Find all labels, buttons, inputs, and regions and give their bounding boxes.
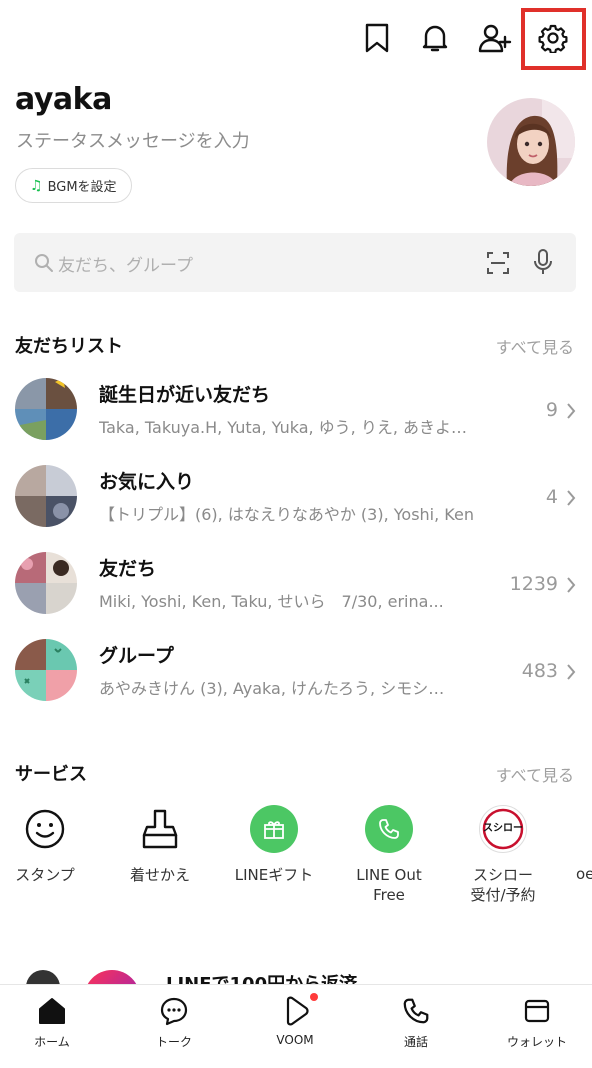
friends-see-all-link[interactable]: すべて見る [496,334,574,358]
search-bar[interactable]: 友だち、グループ [14,233,576,292]
phone-icon [365,805,413,853]
voom-icon [240,993,350,1027]
brush-icon [136,805,184,853]
service-label-line: Free [373,886,405,904]
service-sushiro[interactable]: スシロー スシロー受付/予約 [458,805,548,905]
home-icon [0,995,107,1027]
service-label: スシロー受付/予約 [458,865,548,905]
group-avatar [15,639,77,701]
row-count: 4 [545,486,558,508]
row-count: 483 [521,660,558,682]
gift-icon [250,805,298,853]
service-label: スタンプ [15,866,75,884]
services-section-title: サービス [15,764,87,785]
sushiro-logo-text: スシロー [483,823,523,834]
service-gift[interactable]: LINEギフト [229,805,319,885]
service-label: LINE Out Free [344,865,434,905]
tab-wallet[interactable]: ウォレット [482,995,592,1050]
search-icon [34,253,54,277]
services-see-all-link[interactable]: すべて見る [496,762,574,786]
list-item-favorites[interactable]: お気に入り 【トリプル】(6), はなえりなあやか (3), Yoshi, Ke… [0,457,592,543]
profile-name[interactable]: ayaka [15,82,112,117]
group-avatar [15,552,77,614]
service-theme[interactable]: 着せかえ [115,805,205,885]
settings-highlight-box [521,8,586,70]
tab-label: ホーム [34,1035,70,1049]
tab-talk[interactable]: トーク [119,995,229,1050]
tab-label: 通話 [403,1035,428,1049]
service-label: 着せかえ [129,866,190,884]
row-subtitle: Miki, Yoshi, Ken, Taku, せいら 7/30, erina.… [99,592,444,611]
row-subtitle: 【トリプル】(6), はなえりなあやか (3), Yoshi, Ken [99,505,474,524]
bell-icon[interactable] [415,18,455,58]
top-bar [0,0,592,80]
avatar[interactable] [487,98,575,186]
service-label-line: スシロー [472,866,533,884]
sushiro-logo: スシロー [479,805,527,853]
smiley-icon [21,805,69,853]
group-avatar [15,465,77,527]
tab-voom[interactable]: VOOM [240,993,350,1047]
service-label-line: LINE Out [356,866,422,884]
list-item-friends[interactable]: 友だち Miki, Yoshi, Ken, Taku, せいら 7/30, er… [0,544,592,630]
group-avatar [15,378,77,440]
chevron-right-icon [566,402,576,424]
tab-label: ウォレット [506,1035,567,1049]
chevron-right-icon [566,576,576,598]
row-count: 9 [545,399,558,421]
notification-dot [310,993,318,1001]
wallet-icon [482,995,592,1027]
tab-home[interactable]: ホーム [0,995,107,1050]
music-note-icon: ♫ [30,177,43,194]
service-partial-label: oe [576,865,592,883]
row-subtitle: あやみきけん (3), Ayaka, けんたろう, シモシ… [99,679,445,698]
chevron-right-icon [566,663,576,685]
bgm-button[interactable]: ♫ BGMを設定 [15,168,132,203]
row-title: 誕生日が近い友だち [99,384,271,406]
chat-icon [119,995,229,1027]
chevron-right-icon [566,489,576,511]
service-label-line: 受付/予約 [470,886,536,904]
list-item-groups[interactable]: グループ あやみきけん (3), Ayaka, けんたろう, シモシ… 483 [0,631,592,717]
search-input[interactable]: 友だち、グループ [58,251,193,276]
add-friend-icon[interactable] [475,18,515,58]
qr-scan-icon[interactable] [486,251,510,279]
bottom-tab-bar: ホーム トーク VOOM 通話 ウォレット [0,984,592,1068]
row-subtitle: Taka, Takuya.H, Yuta, Yuka, ゆう, りえ, あきよ… [99,418,468,437]
microphone-icon[interactable] [532,248,554,280]
row-title: グループ [99,645,174,667]
bookmark-icon[interactable] [357,18,397,58]
service-label: LINEギフト [234,866,314,884]
bgm-button-label: BGMを設定 [47,180,117,195]
friends-section-title: 友だちリスト [15,336,123,357]
row-title: 友だち [99,558,157,580]
phone-icon [361,995,471,1027]
service-stamp[interactable]: スタンプ [0,805,90,885]
list-item-birthday[interactable]: 誕生日が近い友だち Taka, Takuya.H, Yuta, Yuka, ゆう… [0,370,592,456]
status-message-field[interactable]: ステータスメッセージを入力 [16,127,250,153]
row-count: 1239 [509,573,558,595]
service-line-out[interactable]: LINE Out Free [344,805,434,905]
tab-label: VOOM [276,1033,314,1047]
tab-label: トーク [155,1035,192,1049]
row-title: お気に入り [99,471,195,493]
tab-call[interactable]: 通話 [361,995,471,1050]
